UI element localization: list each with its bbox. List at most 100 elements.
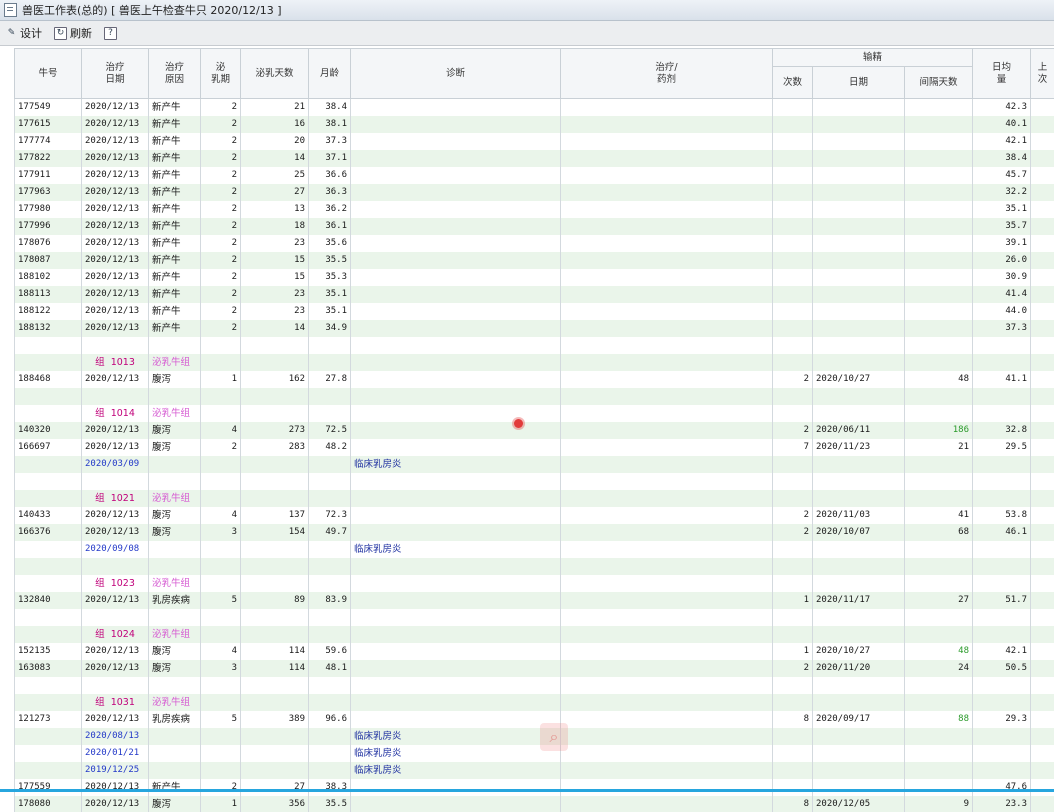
- refresh-button[interactable]: ↻ 刷新: [48, 25, 98, 41]
- table-row[interactable]: 166376 2020/12/13 腹泻 3 154 49.7 2 2020/10/07 68 4…: [14, 524, 1054, 541]
- group-number: 1021: [110, 493, 135, 504]
- table-row[interactable]: 178076 2020/12/13 新产牛 2 23 35.6 39.1: [14, 235, 1054, 252]
- col-header-times[interactable]: 次数: [772, 66, 813, 99]
- cell-diagnosis: [350, 167, 561, 184]
- cell-times: [772, 116, 813, 133]
- spacer-row[interactable]: [14, 558, 1054, 575]
- cell-treat-reason: 腹泻: [148, 507, 201, 524]
- spacer-row[interactable]: [14, 473, 1054, 490]
- cell-last: [1030, 98, 1054, 116]
- spacer-row[interactable]: [14, 677, 1054, 694]
- cell-treat-date: 2020/12/13: [81, 796, 149, 812]
- data-grid[interactable]: 牛号 治疗 日期 治疗 原因 泌 乳期 泌乳天数 月龄 诊断 治疗/ 药剂 输精…: [14, 48, 1054, 812]
- table-row[interactable]: 177980 2020/12/13 新产牛 2 13 36.2 35.1: [14, 201, 1054, 218]
- group-number: 1014: [110, 408, 135, 419]
- group-header-row[interactable]: 组 1024 泌乳牛组: [14, 626, 1054, 643]
- group-header-row[interactable]: 组 1023 泌乳牛组: [14, 575, 1054, 592]
- cell-daily-avg: 30.9: [972, 269, 1031, 286]
- cell-empty: [308, 575, 351, 592]
- cell-empty: [308, 762, 351, 779]
- table-row[interactable]: 177822 2020/12/13 新产牛 2 14 37.1 38.4: [14, 150, 1054, 167]
- history-row[interactable]: 2020/03/09 临床乳房炎: [14, 456, 1054, 473]
- col-header-last[interactable]: 上 次: [1030, 48, 1054, 99]
- table-row[interactable]: 177615 2020/12/13 新产牛 2 16 38.1 40.1: [14, 116, 1054, 133]
- col-header-treatment[interactable]: 治疗/ 药剂: [560, 48, 773, 99]
- table-row[interactable]: 166697 2020/12/13 腹泻 2 283 48.2 7 2020/11/23 21 2…: [14, 439, 1054, 456]
- cell-interval: 24: [903, 660, 973, 677]
- table-row[interactable]: 177774 2020/12/13 新产牛 2 20 37.3 42.1: [14, 133, 1054, 150]
- cell-lactation: 2: [200, 167, 241, 184]
- cell-cow-id: 163083: [14, 660, 82, 677]
- cell-treat-date: 2020/12/13: [81, 184, 149, 201]
- col-header-diagnosis[interactable]: 诊断: [350, 48, 561, 99]
- table-row[interactable]: 177559 2020/12/13 新产牛 2 27 38.3 47.6: [14, 779, 1054, 796]
- table-row[interactable]: 188468 2020/12/13 腹泻 1 162 27.8 2 2020/10/27 48 4…: [14, 371, 1054, 388]
- spacer-row[interactable]: [14, 609, 1054, 626]
- group-header-row[interactable]: 组 1031 泌乳牛组: [14, 694, 1054, 711]
- spacer-row[interactable]: [14, 337, 1054, 354]
- history-row[interactable]: 2020/08/13 临床乳房炎: [14, 728, 1054, 745]
- cell-empty: [772, 694, 813, 711]
- help-icon: ?: [104, 26, 117, 40]
- cell-empty: [772, 490, 813, 507]
- cell-empty: [1030, 490, 1054, 507]
- table-row[interactable]: 188122 2020/12/13 新产牛 2 23 35.1 44.0: [14, 303, 1054, 320]
- table-row[interactable]: 121273 2020/12/13 乳房疾病 5 389 96.6 8 2020/09/17 8…: [14, 711, 1054, 728]
- history-row[interactable]: 2020/09/08 临床乳房炎: [14, 541, 1054, 558]
- cell-empty: [308, 405, 351, 422]
- table-row[interactable]: 188132 2020/12/13 新产牛 2 14 34.9 37.3: [14, 320, 1054, 337]
- cell-empty: [560, 490, 773, 507]
- cell-empty: [812, 456, 905, 473]
- cell-treat-date: 2020/12/13: [81, 779, 149, 796]
- table-row[interactable]: 163083 2020/12/13 腹泻 3 114 48.1 2 2020/11/20 24 5…: [14, 660, 1054, 677]
- col-header-treat-date[interactable]: 治疗 日期: [81, 48, 149, 99]
- col-header-date[interactable]: 日期: [812, 66, 905, 99]
- col-header-cow-id[interactable]: 牛号: [14, 48, 82, 99]
- col-header-milk-days[interactable]: 泌乳天数: [240, 48, 309, 99]
- spacer-row[interactable]: [14, 388, 1054, 405]
- table-row[interactable]: 178080 2020/12/13 腹泻 1 356 35.5 8 2020/12/05 9 23…: [14, 796, 1054, 812]
- cell-empty: [972, 626, 1031, 643]
- cell-diagnosis: [350, 371, 561, 388]
- cell-empty: [772, 626, 813, 643]
- cell-diagnosis: [350, 796, 561, 812]
- group-header-row[interactable]: 组 1021 泌乳牛组: [14, 490, 1054, 507]
- table-row[interactable]: 140320 2020/12/13 腹泻 4 273 72.5 2 2020/06/11 186…: [14, 422, 1054, 439]
- cell-empty: [772, 575, 813, 592]
- table-row[interactable]: 132840 2020/12/13 乳房疾病 5 89 83.9 1 2020/11/17 27…: [14, 592, 1054, 609]
- table-row[interactable]: 177963 2020/12/13 新产牛 2 27 36.3 32.2: [14, 184, 1054, 201]
- cell-treat-reason: 腹泻: [148, 796, 201, 812]
- design-button[interactable]: ✎ 设计: [0, 25, 48, 41]
- table-row[interactable]: 140433 2020/12/13 腹泻 4 137 72.3 2 2020/11/03 41 5…: [14, 507, 1054, 524]
- table-row[interactable]: 152135 2020/12/13 腹泻 4 114 59.6 1 2020/10/27 48 4…: [14, 643, 1054, 660]
- cell-empty: [772, 745, 813, 762]
- cell-empty: [903, 558, 973, 575]
- group-header-row[interactable]: 组 1014 泌乳牛组: [14, 405, 1054, 422]
- group-name: 泌乳牛组: [148, 354, 201, 371]
- cell-empty: [14, 473, 82, 490]
- table-row[interactable]: 178087 2020/12/13 新产牛 2 15 35.5 26.0: [14, 252, 1054, 269]
- col-header-interval-days[interactable]: 间隔天数: [903, 66, 974, 99]
- col-header-daily-avg[interactable]: 日均 量: [972, 48, 1032, 99]
- col-header-treat-reason[interactable]: 治疗 原因: [148, 48, 201, 99]
- cell-empty: [903, 728, 973, 745]
- cell-cow-id: 166697: [14, 439, 82, 456]
- cell-daily-avg: 41.4: [972, 286, 1031, 303]
- table-row[interactable]: 177549 2020/12/13 新产牛 2 21 38.4 42.3: [14, 98, 1054, 116]
- cell-empty: [240, 405, 309, 422]
- table-row[interactable]: 188102 2020/12/13 新产牛 2 15 35.3 30.9: [14, 269, 1054, 286]
- cell-lactation: 2: [200, 439, 241, 456]
- history-row[interactable]: 2019/12/25 临床乳房炎: [14, 762, 1054, 779]
- group-header-row[interactable]: 组 1013 泌乳牛组: [14, 354, 1054, 371]
- history-row[interactable]: 2020/01/21 临床乳房炎: [14, 745, 1054, 762]
- col-header-age-months[interactable]: 月龄: [308, 48, 351, 99]
- help-button[interactable]: ?: [98, 26, 126, 40]
- cell-empty: [972, 558, 1031, 575]
- table-row[interactable]: 188113 2020/12/13 新产牛 2 23 35.1 41.4: [14, 286, 1054, 303]
- col-header-lactation[interactable]: 泌 乳期: [200, 48, 241, 99]
- cell-treatment: [560, 371, 773, 388]
- cell-last: [1030, 439, 1054, 456]
- table-row[interactable]: 177996 2020/12/13 新产牛 2 18 36.1 35.7: [14, 218, 1054, 235]
- table-row[interactable]: 177911 2020/12/13 新产牛 2 25 36.6 45.7: [14, 167, 1054, 184]
- cell-daily-avg: 51.7: [972, 592, 1031, 609]
